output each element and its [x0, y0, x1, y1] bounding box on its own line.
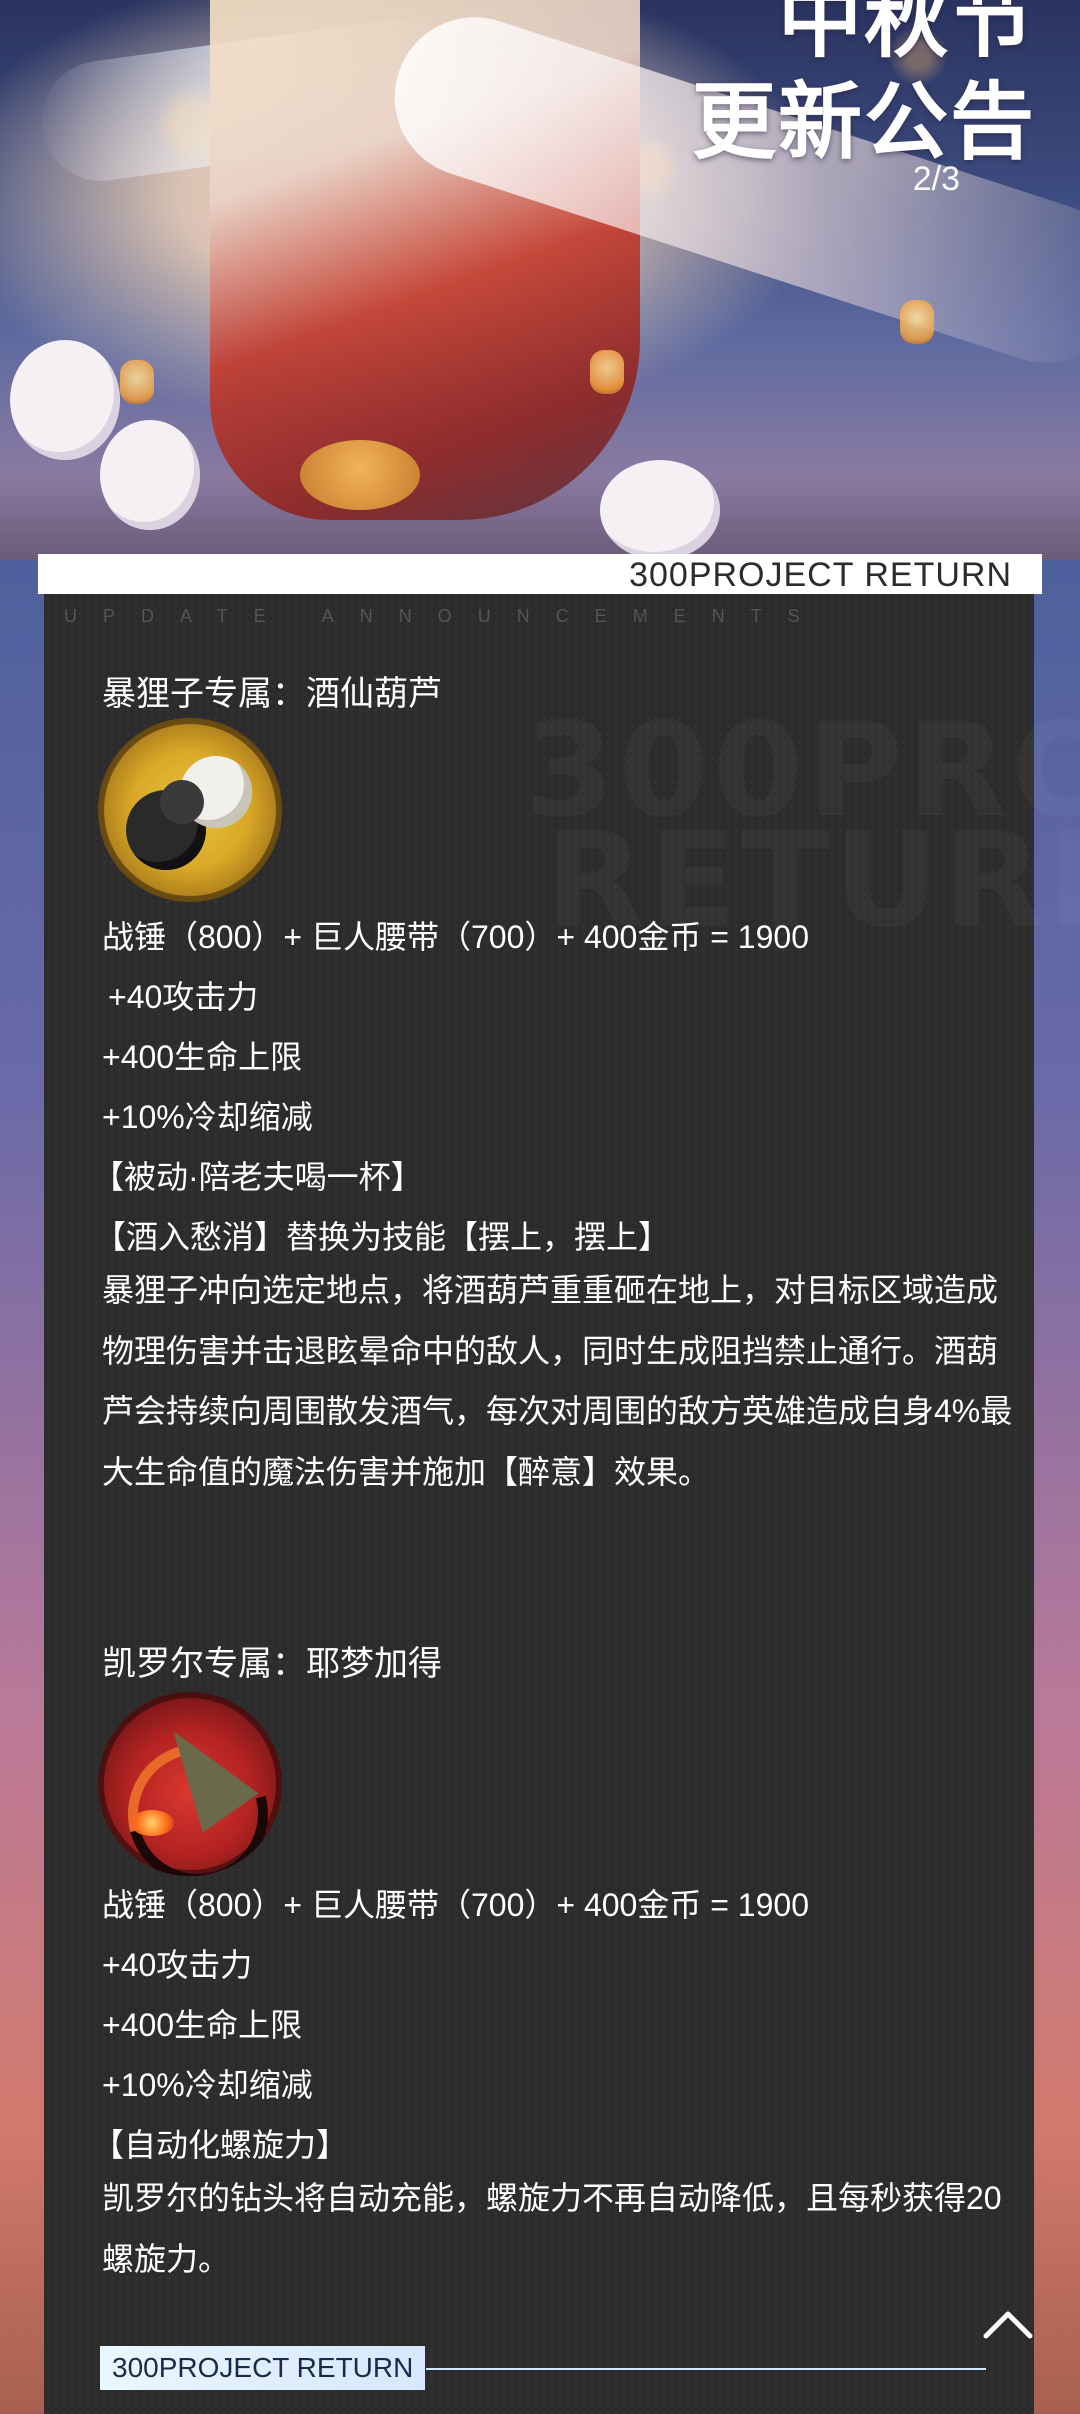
content-panel: UPDATE ANNOUNCEMENTS 300PROJECT RETURN 暴…	[44, 594, 1034, 2414]
rabbit-icon	[10, 340, 120, 460]
hero-banner: 中秋节 更新公告 2/3	[0, 0, 1080, 560]
lantern-icon	[900, 300, 934, 344]
item-recipe: 战锤（800）+ 巨人腰带（700）+ 400金币 = 1900	[102, 1887, 809, 1923]
item-stat: +40攻击力	[108, 979, 259, 1015]
sub-caption: UPDATE ANNOUNCEMENTS	[64, 606, 826, 626]
item-passive: 【自动化螺旋力】	[92, 2127, 349, 2163]
brand-label: 300PROJECT RETURN	[629, 556, 1012, 594]
title-line-1: 中秋节	[777, 0, 1036, 69]
footer-badge: 300PROJECT RETURN	[100, 2346, 426, 2390]
footer-divider	[426, 2368, 986, 2370]
item-stat: +10%冷却缩减	[102, 2067, 313, 2103]
title-line-2: 更新公告	[691, 72, 1036, 171]
item-stat: +10%冷却缩减	[102, 1099, 313, 1135]
item-description: 暴狸子冲向选定地点，将酒葫芦重重砸在地上，对目标区域造成物理伤害并击退眩晕命中的…	[102, 1272, 1013, 1490]
page-indicator: 2/3	[912, 160, 960, 198]
rabbit-icon	[600, 460, 720, 560]
item-stat: +40攻击力	[102, 1947, 253, 1983]
item-replace: 【酒入愁消】替换为技能【摆上，摆上】	[94, 1219, 671, 1255]
item-stat: +400生命上限	[102, 2007, 303, 2043]
chevron-up-icon	[983, 2311, 1033, 2339]
item-stat: +400生命上限	[102, 1039, 303, 1075]
scroll-to-top-button[interactable]	[980, 2298, 1036, 2354]
item-title: 暴狸子专属：酒仙葫芦	[102, 675, 442, 713]
item-recipe: 战锤（800）+ 巨人腰带（700）+ 400金币 = 1900	[102, 919, 809, 955]
drill-item-icon	[98, 1692, 282, 1876]
gourd-item-icon	[98, 718, 282, 902]
lantern-icon	[590, 350, 624, 394]
header-strip: 300PROJECT RETURN	[38, 554, 1042, 594]
item-description: 凯罗尔的钻头将自动充能，螺旋力不再自动降低，且每秒获得20螺旋力。	[102, 2180, 1002, 2277]
gourd-icon	[160, 780, 204, 824]
lantern-icon	[120, 360, 154, 404]
rabbit-icon	[100, 420, 200, 530]
announcement-title: 中秋节 更新公告	[692, 0, 1036, 174]
glow-icon	[130, 1810, 174, 1836]
mooncake-icon	[300, 440, 420, 510]
item-passive: 【被动·陪老夫喝一杯】	[92, 1159, 423, 1195]
item-title: 凯罗尔专属：耶梦加得	[102, 1645, 442, 1683]
